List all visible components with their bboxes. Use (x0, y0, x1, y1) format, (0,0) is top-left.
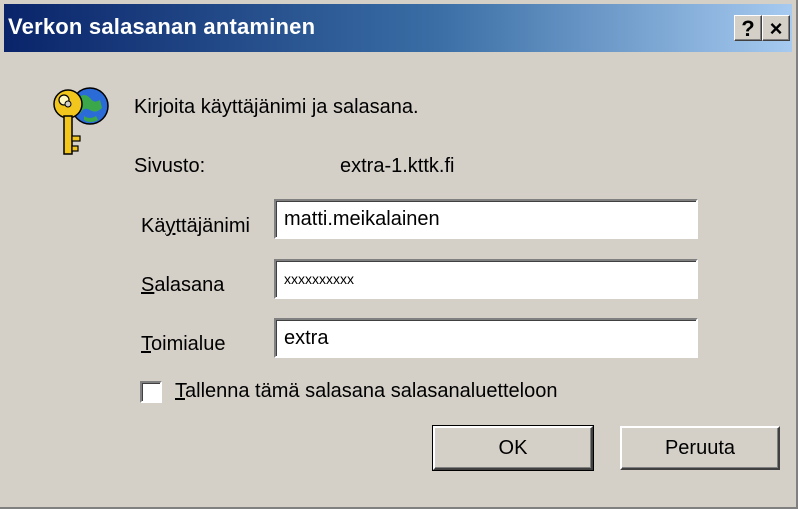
window-title: Verkon salasanan antaminen (8, 14, 316, 39)
title-bar[interactable]: Verkon salasanan antaminen ? × (4, 4, 792, 52)
password-dialog: Verkon salasanan antaminen ? × Kirjoita … (0, 0, 798, 509)
save-password-checkbox[interactable] (140, 381, 162, 403)
cancel-button[interactable]: Peruuta (620, 426, 780, 470)
site-label: Sivusto: (134, 155, 206, 177)
domain-label: Toimialue (141, 333, 226, 355)
domain-field[interactable] (274, 318, 698, 358)
help-button[interactable]: ? (734, 15, 762, 41)
prompt-text: Kirjoita käyttäjänimi ja salasana. (134, 96, 419, 118)
username-label: Käyttäjänimi (141, 215, 250, 237)
ok-button[interactable]: OK (432, 425, 594, 471)
site-value: extra-1.kttk.fi (340, 155, 455, 177)
password-field[interactable] (274, 259, 698, 299)
save-password-label[interactable]: Tallenna tämä salasana salasanaluetteloo… (175, 380, 558, 403)
username-field[interactable] (274, 199, 698, 239)
close-button[interactable]: × (762, 15, 790, 41)
key-and-globe-icon (53, 87, 109, 155)
password-label: Salasana (141, 274, 225, 296)
